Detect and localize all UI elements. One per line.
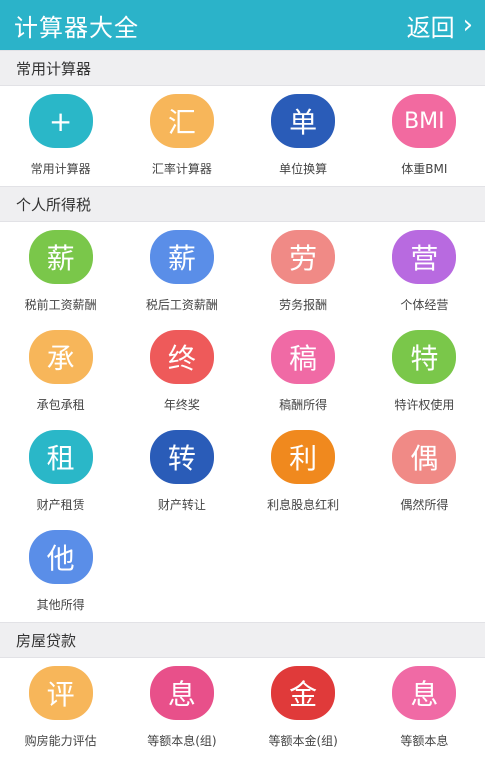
app-header: 计算器大全 返回 ›: [0, 0, 485, 50]
section-title-mortgage: 房屋贷款: [0, 622, 485, 658]
calculator-icon: 他: [28, 530, 93, 584]
calculator-label: 偶然所得: [400, 498, 449, 512]
calculator-item-mortgage-3[interactable]: 息等额本息: [364, 658, 485, 758]
calculator-label: 购房能力评估: [24, 734, 97, 748]
calculator-label: 特许权使用: [394, 398, 455, 412]
calculator-icon: 评: [28, 666, 93, 720]
calculator-icon: 承: [28, 330, 93, 384]
calculator-label: 其他所得: [36, 598, 85, 612]
calculator-icon: 特: [392, 330, 457, 384]
calculator-item-income-tax-1[interactable]: 薪税后工资薪酬: [121, 222, 242, 322]
calculator-icon: 单: [271, 94, 336, 148]
calculator-item-income-tax-5[interactable]: 终年终奖: [121, 322, 242, 422]
calculator-item-income-tax-11[interactable]: 偶偶然所得: [364, 422, 485, 522]
calculator-label: 等额本息(组): [147, 734, 217, 748]
calculator-label: 年终奖: [163, 398, 200, 412]
calculator-label: 承包承租: [36, 398, 85, 412]
calculator-label: 税后工资薪酬: [145, 298, 218, 312]
calculator-label: 劳务报酬: [279, 298, 328, 312]
calculator-item-income-tax-12[interactable]: 他其他所得: [0, 522, 121, 622]
calculator-item-income-tax-8[interactable]: 租财产租赁: [0, 422, 121, 522]
grid-common: + 常用计算器汇汇率计算器单单位换算 BMI 体重BMI: [0, 86, 485, 186]
grid-mortgage: 评购房能力评估息等额本息(组) 金等额本金(组) 息等额本息: [0, 658, 485, 758]
calculator-icon: BMI: [392, 94, 457, 148]
chevron-right-icon: ›: [462, 10, 473, 40]
calculator-icon: +: [28, 94, 93, 148]
calculator-icon: 偶: [392, 430, 457, 484]
calculator-icon: 终: [149, 330, 214, 384]
calculator-item-common-0[interactable]: + 常用计算器: [0, 86, 121, 186]
calculator-item-income-tax-6[interactable]: 稿稿酬所得: [243, 322, 364, 422]
calculator-label: 税前工资薪酬: [24, 298, 97, 312]
calculator-item-common-3[interactable]: BMI 体重BMI: [364, 86, 485, 186]
calculator-icon: 薪: [28, 230, 93, 284]
calculator-item-mortgage-2[interactable]: 金等额本金(组): [243, 658, 364, 758]
calculator-item-income-tax-4[interactable]: 承承包承租: [0, 322, 121, 422]
calculator-item-common-1[interactable]: 汇汇率计算器: [121, 86, 242, 186]
calculator-icon: 劳: [271, 230, 336, 284]
calculator-icon: 租: [28, 430, 93, 484]
calculator-label: 体重BMI: [401, 162, 448, 176]
calculator-icon: 息: [392, 666, 457, 720]
calculator-item-common-2[interactable]: 单单位换算: [243, 86, 364, 186]
calculator-icon: 薪: [149, 230, 214, 284]
page-title: 计算器大全: [14, 13, 139, 42]
back-label: 返回: [406, 13, 455, 42]
calculator-item-income-tax-10[interactable]: 利利息股息红利: [243, 422, 364, 522]
calculator-label: 常用计算器: [30, 162, 91, 176]
calculator-label: 等额本息: [400, 734, 449, 748]
calculator-icon: 汇: [149, 94, 214, 148]
back-button[interactable]: 返回 ›: [407, 8, 473, 43]
calculator-label: 稿酬所得: [279, 398, 328, 412]
calculator-label: 等额本金(组): [268, 734, 338, 748]
calculator-label: 汇率计算器: [151, 162, 212, 176]
section-title-common: 常用计算器: [0, 50, 485, 86]
calculator-icon: 息: [149, 666, 214, 720]
grid-income-tax: 薪税前工资薪酬薪税后工资薪酬劳劳务报酬营个体经营承承包承租终年终奖稿稿酬所得特特…: [0, 222, 485, 622]
calculator-label: 利息股息红利: [267, 498, 340, 512]
calculator-item-income-tax-9[interactable]: 转财产转让: [121, 422, 242, 522]
calculator-label: 个体经营: [400, 298, 449, 312]
content: 常用计算器 + 常用计算器汇汇率计算器单单位换算 BMI 体重BMI 个人所得税薪税前工资…: [0, 50, 485, 758]
calculator-label: 财产租赁: [36, 498, 85, 512]
calculator-label: 单位换算: [279, 162, 328, 176]
calculator-icon: 营: [392, 230, 457, 284]
calculator-icon: 金: [271, 666, 336, 720]
calculator-item-income-tax-3[interactable]: 营个体经营: [364, 222, 485, 322]
calculator-label: 财产转让: [157, 498, 206, 512]
calculator-item-income-tax-2[interactable]: 劳劳务报酬: [243, 222, 364, 322]
calculator-item-income-tax-7[interactable]: 特特许权使用: [364, 322, 485, 422]
section-title-income-tax: 个人所得税: [0, 186, 485, 222]
calculator-icon: 利: [271, 430, 336, 484]
calculator-item-income-tax-0[interactable]: 薪税前工资薪酬: [0, 222, 121, 322]
calculator-icon: 稿: [271, 330, 336, 384]
calculator-item-mortgage-1[interactable]: 息等额本息(组): [121, 658, 242, 758]
calculator-item-mortgage-0[interactable]: 评购房能力评估: [0, 658, 121, 758]
calculator-icon: 转: [149, 430, 214, 484]
